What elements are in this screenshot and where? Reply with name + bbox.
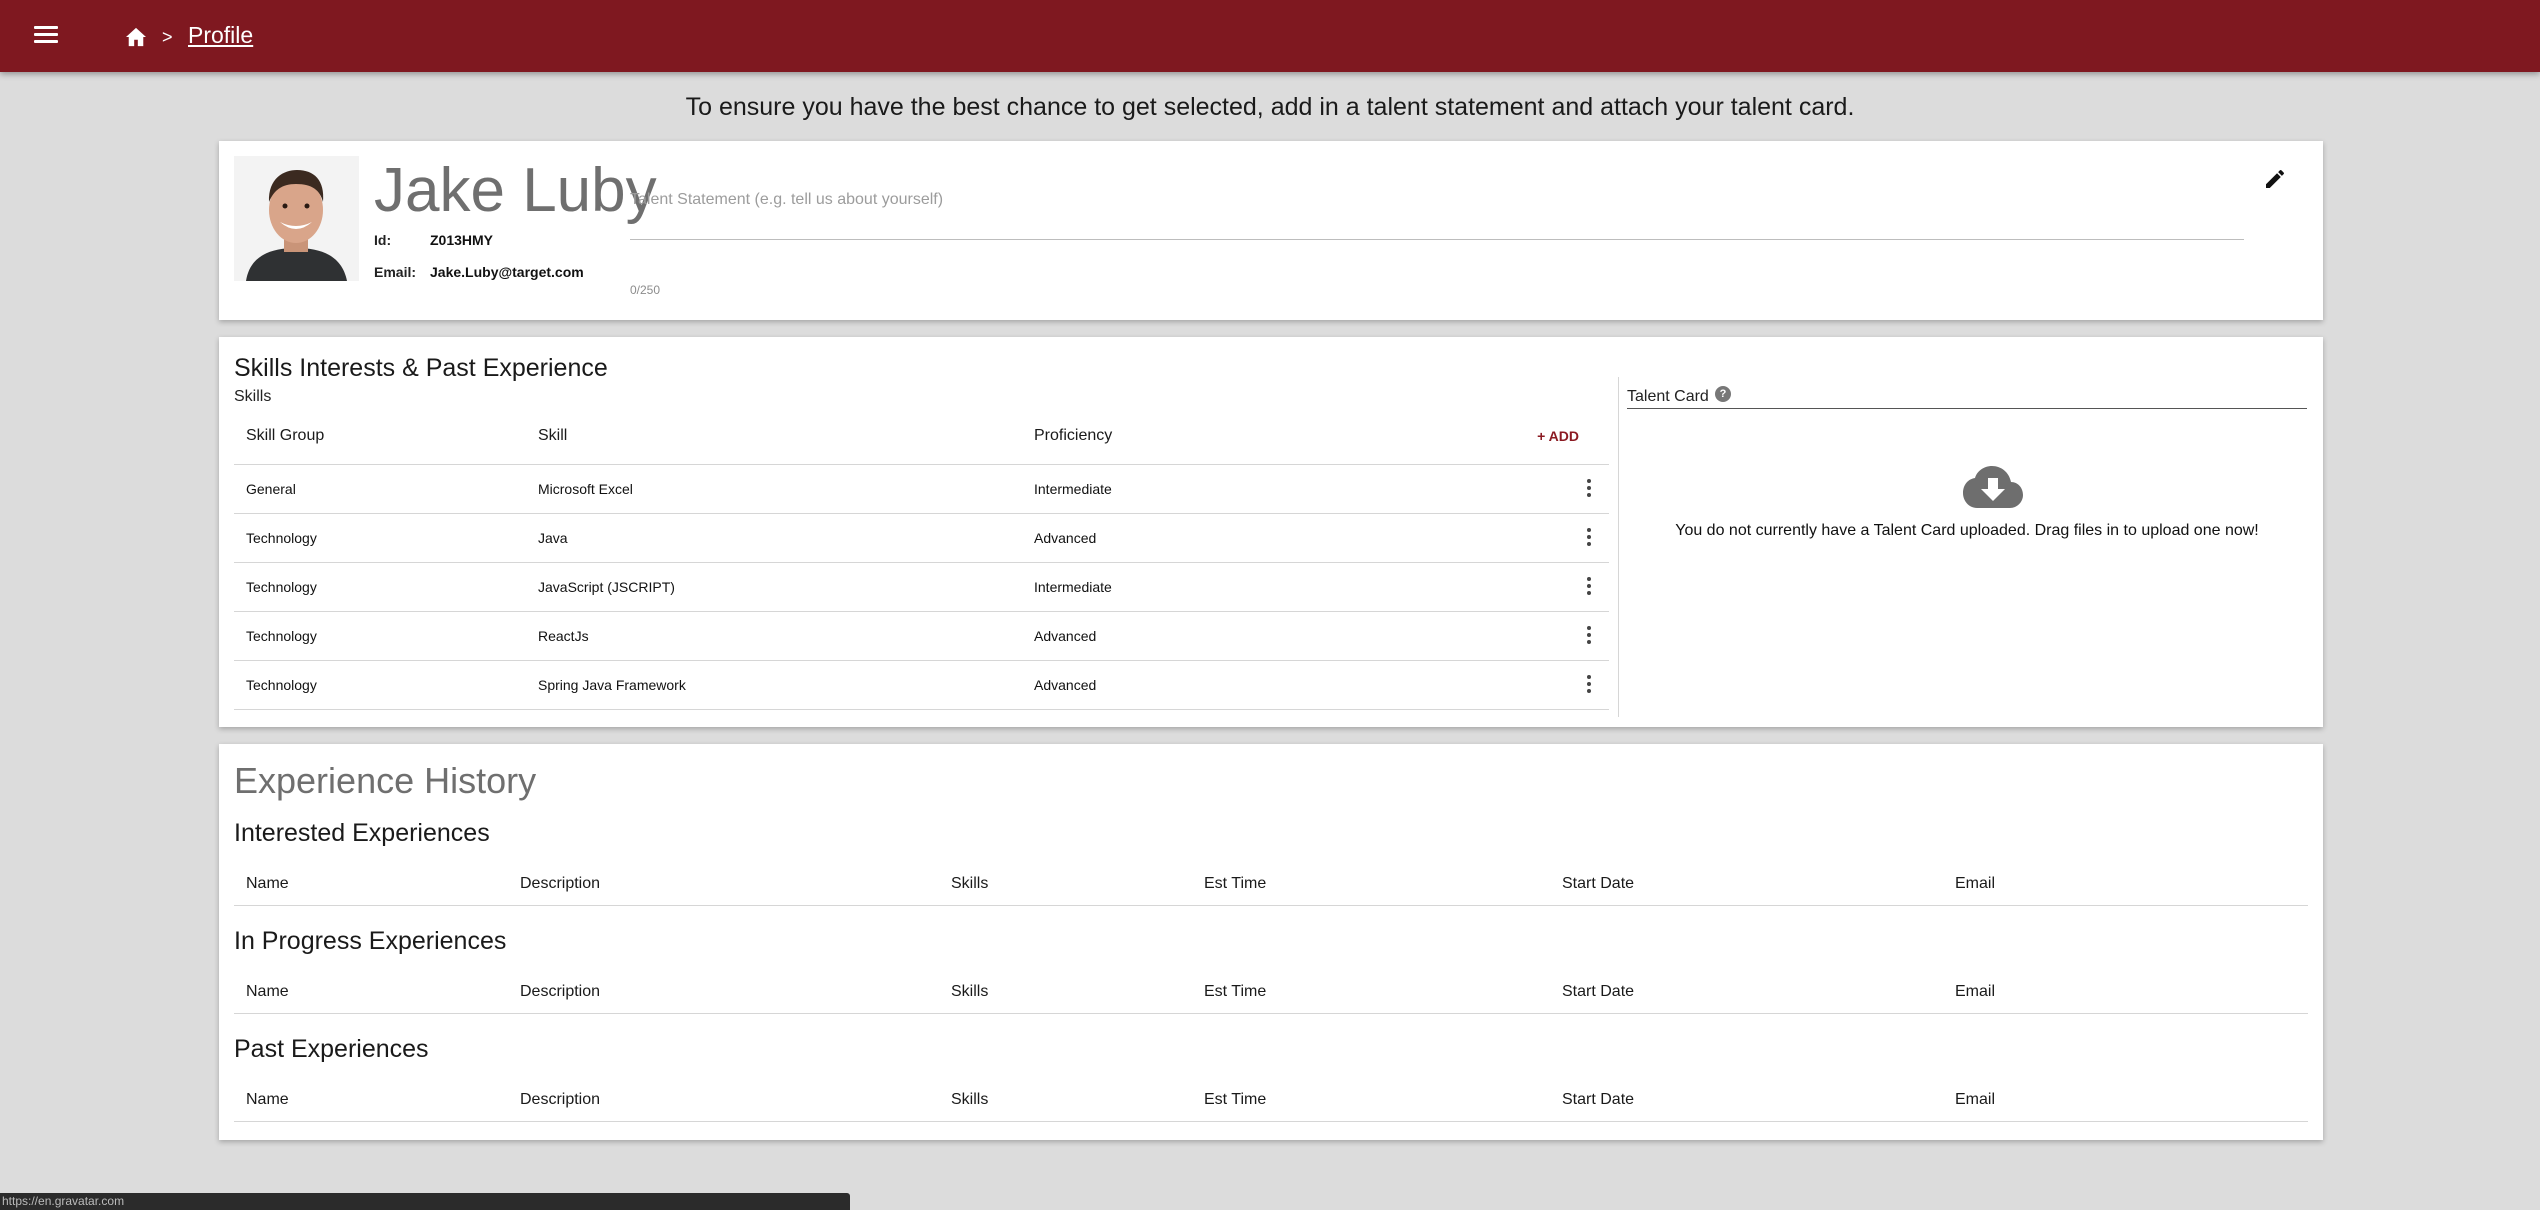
skill-cell: JavaScript (JSCRIPT) [538, 579, 675, 595]
profile-notice: To ensure you have the best chance to ge… [685, 93, 1855, 121]
past-experiences-table-header: Name Description Skills Est Time Start D… [234, 1078, 2308, 1122]
talent-card-header: Talent Card ? [1627, 377, 2307, 409]
column-header-email: Email [1955, 874, 1996, 892]
skill-group-cell: Technology [246, 530, 317, 546]
in-progress-experiences-table-header: Name Description Skills Est Time Start D… [234, 970, 2308, 1014]
skills-section-title: Skills Interests & Past Experience [234, 354, 608, 382]
skill-group-cell: Technology [246, 677, 317, 693]
breadcrumb-profile-link[interactable]: Profile [188, 22, 253, 49]
proficiency-cell: Intermediate [1034, 481, 1112, 497]
table-row: Technology Java Advanced [234, 514, 1609, 563]
character-counter: 0/250 [630, 283, 661, 297]
table-row: Technology Spring Java Framework Advance… [234, 661, 1609, 710]
cloud-download-icon[interactable] [1963, 465, 2023, 509]
past-experiences-title: Past Experiences [234, 1035, 429, 1063]
column-header-est-time: Est Time [1204, 874, 1267, 892]
email-value: Jake.Luby@target.com [430, 264, 584, 280]
interested-experiences-title: Interested Experiences [234, 819, 490, 847]
more-vert-icon[interactable] [1586, 577, 1592, 597]
skill-cell: Spring Java Framework [538, 677, 686, 693]
status-bar-url: https://en.gravatar.com [0, 1193, 850, 1210]
column-header-est-time: Est Time [1204, 982, 1267, 1000]
skill-group-cell: Technology [246, 628, 317, 644]
menu-icon[interactable] [34, 26, 58, 46]
proficiency-cell: Intermediate [1034, 579, 1112, 595]
skills-table: Skill Group Skill Proficiency + ADD Gene… [234, 407, 1609, 710]
profile-name: Jake Luby [374, 156, 657, 225]
column-header-start-date: Start Date [1562, 1090, 1635, 1108]
proficiency-cell: Advanced [1034, 677, 1097, 693]
experience-card: Experience History Interested Experience… [219, 744, 2323, 1140]
proficiency-cell: Advanced [1034, 530, 1097, 546]
column-header-email: Email [1955, 982, 1996, 1000]
more-vert-icon[interactable] [1586, 675, 1592, 695]
column-header-proficiency: Proficiency [1034, 426, 1113, 444]
edit-pencil-icon[interactable] [2263, 167, 2287, 191]
skills-table-header: Skill Group Skill Proficiency + ADD [234, 407, 1609, 465]
column-header-name: Name [246, 982, 289, 1000]
column-header-skill: Skill [538, 426, 568, 444]
interested-experiences-table-header: Name Description Skills Est Time Start D… [234, 862, 2308, 906]
profile-card: Jake Luby Id: Z013HMY Email: Jake.Luby@t… [219, 141, 2323, 320]
table-row: General Microsoft Excel Intermediate [234, 465, 1609, 514]
home-icon[interactable] [125, 27, 147, 47]
column-header-skills: Skills [951, 874, 989, 892]
skill-cell: ReactJs [538, 628, 589, 644]
more-vert-icon[interactable] [1586, 528, 1592, 548]
column-header-skills: Skills [951, 982, 989, 1000]
add-skill-button[interactable]: + ADD [1537, 428, 1579, 444]
column-header-name: Name [246, 1090, 289, 1108]
avatar[interactable] [234, 156, 359, 281]
more-vert-icon[interactable] [1586, 626, 1592, 646]
id-value: Z013HMY [430, 232, 494, 248]
talent-statement-input[interactable] [630, 186, 2244, 240]
breadcrumb-separator: > [162, 27, 173, 47]
column-header-est-time: Est Time [1204, 1090, 1267, 1108]
column-header-description: Description [520, 982, 601, 1000]
help-icon[interactable]: ? [1715, 386, 1731, 402]
skill-group-cell: General [246, 481, 296, 497]
talent-card-label: Talent Card [1627, 388, 1709, 405]
vertical-divider [1618, 377, 1619, 717]
top-app-bar: > Profile [0, 0, 2540, 72]
experience-history-title: Experience History [234, 760, 537, 801]
column-header-start-date: Start Date [1562, 874, 1635, 892]
column-header-start-date: Start Date [1562, 982, 1635, 1000]
skill-cell: Java [538, 530, 568, 546]
talent-card-empty-message: You do not currently have a Talent Card … [1675, 522, 2259, 539]
column-header-skill-group: Skill Group [246, 426, 325, 444]
column-header-name: Name [246, 874, 289, 892]
skill-cell: Microsoft Excel [538, 481, 633, 497]
id-label: Id: [374, 232, 392, 248]
column-header-description: Description [520, 1090, 601, 1108]
proficiency-cell: Advanced [1034, 628, 1097, 644]
column-header-email: Email [1955, 1090, 1996, 1108]
skill-group-cell: Technology [246, 579, 317, 595]
table-row: Technology JavaScript (JSCRIPT) Intermed… [234, 563, 1609, 612]
skills-subtitle: Skills [234, 388, 272, 405]
column-header-description: Description [520, 874, 601, 892]
table-row: Technology ReactJs Advanced [234, 612, 1609, 661]
more-vert-icon[interactable] [1586, 479, 1592, 499]
column-header-skills: Skills [951, 1090, 989, 1108]
email-label: Email: [374, 264, 417, 280]
in-progress-experiences-title: In Progress Experiences [234, 927, 507, 955]
skills-card: Skills Interests & Past Experience Skill… [219, 337, 2323, 727]
